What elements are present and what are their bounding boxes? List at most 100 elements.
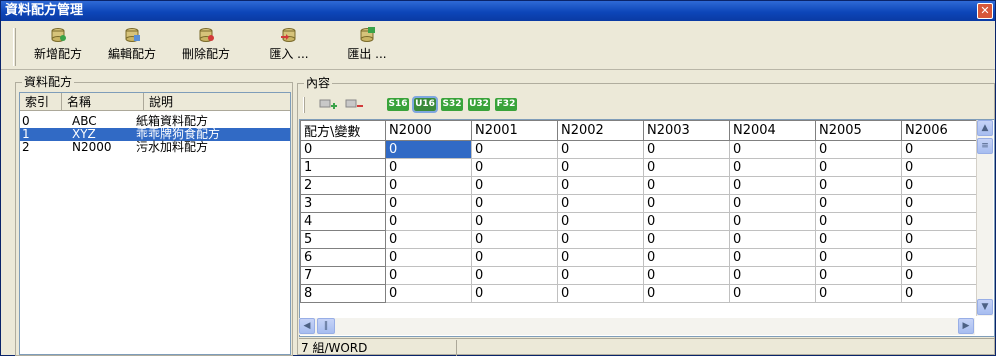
- column-description[interactable]: 說明: [144, 93, 290, 111]
- row-header[interactable]: 2: [300, 176, 386, 195]
- grid-cell[interactable]: 0: [471, 194, 558, 213]
- grid-cell[interactable]: 0: [643, 248, 730, 267]
- column-header[interactable]: N2004: [729, 120, 816, 141]
- grid-cell[interactable]: 0: [471, 230, 558, 249]
- scroll-up-arrow-icon[interactable]: ▲: [977, 120, 993, 136]
- grid-cell[interactable]: 0: [815, 266, 902, 285]
- grid-cell[interactable]: 0: [471, 176, 558, 195]
- grid-cell[interactable]: 0: [815, 176, 902, 195]
- grid-cell[interactable]: 0: [557, 212, 644, 231]
- column-index[interactable]: 索引: [20, 93, 62, 111]
- grid-cell[interactable]: 0: [901, 140, 988, 159]
- horizontal-scroll-thumb[interactable]: ‖: [317, 318, 335, 334]
- grid-cell[interactable]: 0: [901, 158, 988, 177]
- row-header[interactable]: 5: [300, 230, 386, 249]
- column-name[interactable]: 名稱: [62, 93, 144, 111]
- grid-cell[interactable]: 0: [557, 194, 644, 213]
- grid-cell[interactable]: 0: [385, 266, 472, 285]
- row-header[interactable]: 1: [300, 158, 386, 177]
- row-header[interactable]: 6: [300, 248, 386, 267]
- export-button[interactable]: 匯出 ...: [341, 26, 393, 66]
- grid-cell[interactable]: 0: [471, 140, 558, 159]
- grid-cell[interactable]: 0: [471, 266, 558, 285]
- grid-cell[interactable]: 0: [557, 176, 644, 195]
- grid-cell[interactable]: 0: [643, 194, 730, 213]
- grid-cell[interactable]: 0: [729, 212, 816, 231]
- grid-cell[interactable]: 0: [729, 158, 816, 177]
- row-header[interactable]: 8: [300, 284, 386, 303]
- grid-cell[interactable]: 0: [901, 248, 988, 267]
- grid-cell[interactable]: 0: [385, 212, 472, 231]
- column-header[interactable]: N2005: [815, 120, 902, 141]
- edit-recipe-button[interactable]: 編輯配方: [101, 26, 163, 66]
- column-header[interactable]: N2002: [557, 120, 644, 141]
- grid-cell[interactable]: 0: [729, 176, 816, 195]
- grid-cell[interactable]: 0: [643, 284, 730, 303]
- grid-cell[interactable]: 0: [815, 230, 902, 249]
- scroll-left-arrow-icon[interactable]: ◀: [299, 318, 315, 334]
- import-button[interactable]: 匯入 ...: [263, 26, 315, 66]
- new-recipe-button[interactable]: 新增配方: [27, 26, 89, 66]
- scroll-down-arrow-icon[interactable]: ▼: [977, 299, 993, 315]
- grid-cell[interactable]: 0: [557, 266, 644, 285]
- grid-cell[interactable]: 0: [557, 158, 644, 177]
- grid-cell[interactable]: 0: [815, 158, 902, 177]
- format-u16-button[interactable]: U16: [412, 96, 438, 113]
- grid-cell[interactable]: 0: [815, 248, 902, 267]
- vertical-scrollbar[interactable]: ▲ ≡ ▼: [976, 120, 993, 316]
- grid-cell[interactable]: 0: [729, 248, 816, 267]
- grid-cell[interactable]: 0: [901, 212, 988, 231]
- scroll-right-arrow-icon[interactable]: ▶: [958, 318, 974, 334]
- grid-cell[interactable]: 0: [385, 248, 472, 267]
- column-header[interactable]: N2006: [901, 120, 988, 141]
- grid-cell[interactable]: 0: [643, 212, 730, 231]
- grid-cell[interactable]: 0: [385, 140, 472, 159]
- grid-cell[interactable]: 0: [901, 284, 988, 303]
- grid-cell[interactable]: 0: [729, 230, 816, 249]
- recipe-content-grid[interactable]: 配方\變數 N2000 N2001 N2002 N2003 N2004 N200…: [299, 119, 995, 337]
- grid-cell[interactable]: 0: [815, 212, 902, 231]
- grid-cell[interactable]: 0: [643, 230, 730, 249]
- recipe-list[interactable]: 索引 名稱 說明 0 ABC 紙箱資料配方 1 XYZ 乖乖牌狗食配方 2 N2…: [19, 92, 291, 355]
- grid-cell[interactable]: 0: [385, 176, 472, 195]
- grid-cell[interactable]: 0: [557, 284, 644, 303]
- grid-cell[interactable]: 0: [643, 176, 730, 195]
- grid-cell[interactable]: 0: [815, 194, 902, 213]
- horizontal-scrollbar[interactable]: ◀ ‖ ▶: [299, 318, 975, 335]
- grid-cell[interactable]: 0: [901, 176, 988, 195]
- remove-row-icon[interactable]: [345, 97, 365, 113]
- content-toolbar-grip[interactable]: [303, 97, 305, 113]
- format-u32-button[interactable]: U32: [468, 98, 490, 111]
- grid-cell[interactable]: 0: [385, 158, 472, 177]
- grid-cell[interactable]: 0: [557, 230, 644, 249]
- scroll-thumb[interactable]: ≡: [977, 138, 993, 154]
- grid-cell[interactable]: 0: [729, 140, 816, 159]
- close-button[interactable]: ✕: [977, 3, 993, 19]
- row-header[interactable]: 4: [300, 212, 386, 231]
- grid-cell[interactable]: 0: [643, 266, 730, 285]
- grid-cell[interactable]: 0: [729, 194, 816, 213]
- grid-cell[interactable]: 0: [471, 158, 558, 177]
- toolbar-grip[interactable]: [13, 28, 16, 66]
- format-s16-button[interactable]: S16: [387, 98, 409, 111]
- recipe-row[interactable]: 2 N2000 污水加料配方: [20, 141, 290, 154]
- grid-cell[interactable]: 0: [643, 158, 730, 177]
- grid-cell[interactable]: 0: [471, 212, 558, 231]
- row-header[interactable]: 0: [300, 140, 386, 159]
- format-f32-button[interactable]: F32: [495, 98, 517, 111]
- grid-cell[interactable]: 0: [557, 140, 644, 159]
- row-header[interactable]: 7: [300, 266, 386, 285]
- column-header[interactable]: N2003: [643, 120, 730, 141]
- grid-cell[interactable]: 0: [729, 266, 816, 285]
- grid-cell[interactable]: 0: [471, 248, 558, 267]
- format-s32-button[interactable]: S32: [441, 98, 463, 111]
- grid-cell[interactable]: 0: [643, 140, 730, 159]
- grid-cell[interactable]: 0: [901, 230, 988, 249]
- grid-cell[interactable]: 0: [815, 140, 902, 159]
- column-header[interactable]: N2001: [471, 120, 558, 141]
- grid-cell[interactable]: 0: [385, 230, 472, 249]
- grid-cell[interactable]: 0: [729, 284, 816, 303]
- delete-recipe-button[interactable]: 刪除配方: [175, 26, 237, 66]
- grid-cell[interactable]: 0: [557, 248, 644, 267]
- row-header[interactable]: 3: [300, 194, 386, 213]
